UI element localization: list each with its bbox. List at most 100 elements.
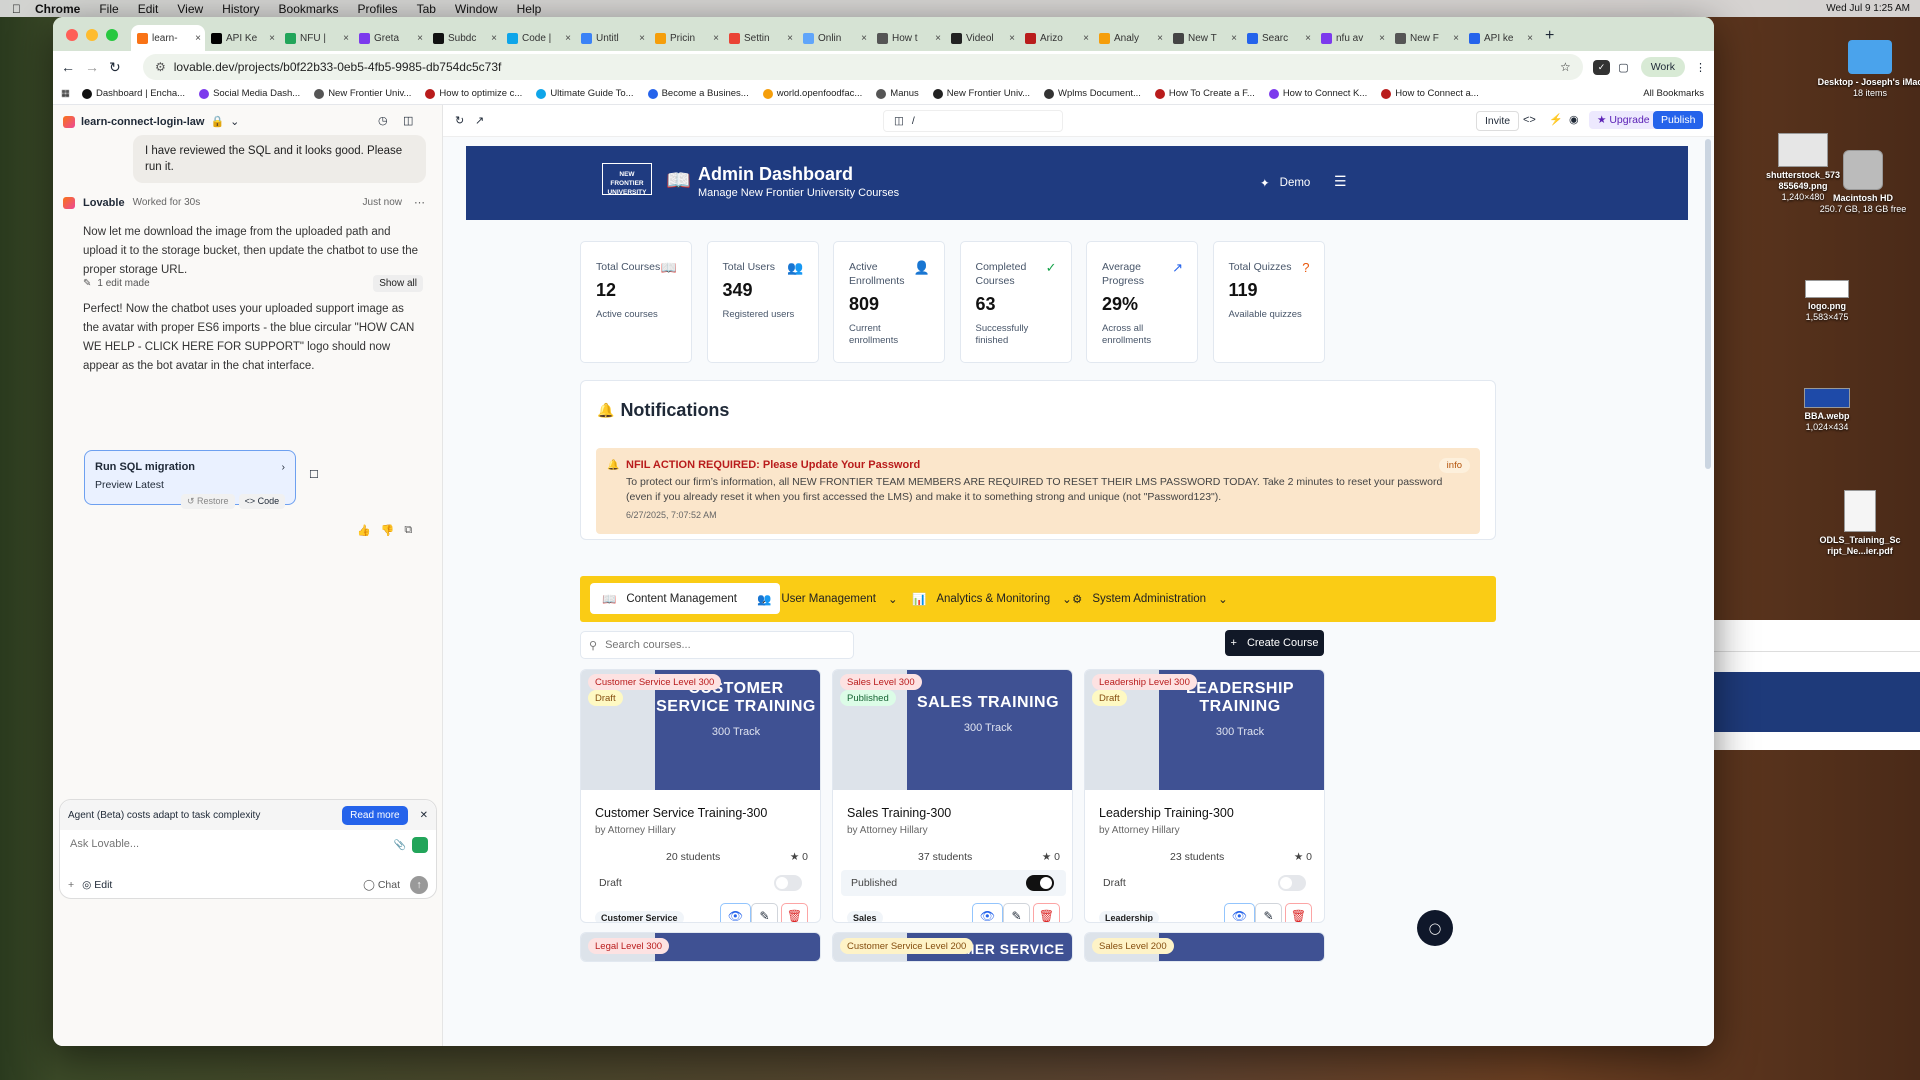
tab-close-icon[interactable]: ×	[935, 33, 941, 44]
tab-close-icon[interactable]: ×	[565, 33, 571, 44]
bookmark-item[interactable]: Dashboard | Encha...	[81, 88, 185, 99]
menubar-help[interactable]: Help	[517, 2, 542, 16]
all-bookmarks[interactable]: All Bookmarks	[1643, 88, 1704, 99]
tab-close-icon[interactable]: ×	[1231, 33, 1237, 44]
menubar-file[interactable]: File	[99, 2, 118, 16]
tab-close-icon[interactable]: ×	[1527, 33, 1533, 44]
desktop-file-bba[interactable]: BBA.webp 1,024×434	[1772, 388, 1882, 433]
bookmark-item[interactable]: world.openfoodfac...	[762, 88, 862, 99]
supabase-icon[interactable]: ⚡	[1549, 113, 1563, 126]
extensions-puzzle-icon[interactable]: ▢	[1618, 61, 1628, 74]
github-icon[interactable]: ◉	[1569, 113, 1579, 126]
bookmark-item[interactable]: Become a Busines...	[647, 88, 749, 99]
extension-icon[interactable]: ✓	[1592, 59, 1611, 75]
view-course-icon[interactable]: 👁	[720, 903, 751, 922]
menubar-bookmarks[interactable]: Bookmarks	[279, 2, 339, 16]
code-view-icon[interactable]: <>	[1523, 114, 1536, 126]
tab-close-icon[interactable]: ×	[1305, 33, 1311, 44]
bookmark-item[interactable]: New Frontier Univ...	[932, 88, 1030, 99]
bookmark-item[interactable]: Manus	[876, 88, 919, 99]
browser-tab[interactable]: Arizo ×	[1019, 25, 1093, 51]
close-icon[interactable]: ✕	[420, 810, 428, 821]
bookmark-item[interactable]: Ultimate Guide To...	[536, 88, 634, 99]
apple-icon[interactable]: 	[12, 2, 21, 16]
support-chat-icon[interactable]: ◯	[1417, 910, 1453, 946]
browser-tab[interactable]: Subdc ×	[427, 25, 501, 51]
chat-input[interactable]	[70, 838, 310, 850]
menubar-tab[interactable]: Tab	[417, 2, 436, 16]
invite-button[interactable]: Invite	[1476, 111, 1520, 131]
browser-tab[interactable]: Untitl ×	[575, 25, 649, 51]
delete-course-icon[interactable]: 🗑	[1285, 903, 1312, 922]
view-course-icon[interactable]: 👁	[1224, 903, 1255, 922]
tab-close-icon[interactable]: ×	[269, 33, 275, 44]
history-icon[interactable]: ◷	[378, 114, 388, 127]
url-text[interactable]: lovable.dev/projects/b0f22b33-0eb5-4fb5-…	[174, 60, 502, 74]
menu-system-administration[interactable]: ⚙ System Administration ⌄	[1060, 583, 1240, 614]
project-selector[interactable]: learn-connect-login-law 🔒 ⌄	[63, 115, 239, 128]
bookmark-item[interactable]: Wplms Document...	[1044, 88, 1141, 99]
more-options-icon[interactable]: ⋯	[414, 196, 425, 209]
bookmark-item[interactable]: New Frontier Univ...	[314, 88, 411, 99]
browser-tab[interactable]: nfu av ×	[1315, 25, 1389, 51]
tab-close-icon[interactable]: ×	[713, 33, 719, 44]
device-icon[interactable]: ◫	[894, 115, 904, 127]
browser-tab[interactable]: Settin ×	[723, 25, 797, 51]
create-course-button[interactable]: + Create Course	[1225, 630, 1324, 656]
bookmark-item[interactable]: Social Media Dash...	[199, 88, 300, 99]
browser-tab[interactable]: Analy ×	[1093, 25, 1167, 51]
desktop-file-logo[interactable]: logo.png 1,583×475	[1772, 280, 1882, 323]
browser-tab[interactable]: Onlin ×	[797, 25, 871, 51]
tab-close-icon[interactable]: ×	[1453, 33, 1459, 44]
bookmark-item[interactable]: How to Connect K...	[1268, 88, 1367, 99]
menubar-view[interactable]: View	[177, 2, 203, 16]
tab-close-icon[interactable]: ×	[639, 33, 645, 44]
reload-icon[interactable]: ↻	[109, 59, 133, 76]
desktop-folder-icon[interactable]: Desktop - Joseph's iMac 18 items	[1815, 40, 1920, 99]
menu-user-management[interactable]: 👥 User Management ⌄	[745, 583, 910, 614]
browser-tab[interactable]: How t ×	[871, 25, 945, 51]
notification-item[interactable]: 🔔 NFIL ACTION REQUIRED: Please Update Yo…	[596, 448, 1480, 534]
close-window-icon[interactable]	[66, 29, 78, 41]
browser-tab[interactable]: API ke ×	[1463, 25, 1537, 51]
site-info-icon[interactable]: ⚙	[155, 60, 166, 74]
attach-icon[interactable]: 📎	[394, 840, 406, 851]
bookmark-item[interactable]: How To Create a F...	[1154, 88, 1255, 99]
sidebar-toggle-icon[interactable]: ◫	[403, 114, 413, 127]
browser-tab[interactable]: NFU | ×	[279, 25, 353, 51]
delete-course-icon[interactable]: 🗑	[781, 903, 808, 922]
course-title[interactable]: Sales Training-300	[847, 806, 951, 820]
tab-close-icon[interactable]: ×	[1379, 33, 1385, 44]
upgrade-button[interactable]: ★ Upgrade	[1589, 111, 1658, 129]
apps-grid-icon[interactable]: ▦	[61, 88, 70, 99]
address-bar[interactable]: ⚙ lovable.dev/projects/b0f22b33-0eb5-4fb…	[143, 54, 1583, 80]
view-course-icon[interactable]: 👁	[972, 903, 1003, 922]
edit-course-icon[interactable]: ✎	[751, 903, 778, 922]
desktop-drive-icon[interactable]: Macintosh HD 250.7 GB, 18 GB free	[1808, 150, 1918, 215]
course-title[interactable]: Customer Service Training-300	[595, 806, 767, 820]
browser-tab[interactable]: API Ke ×	[205, 25, 279, 51]
browser-tab[interactable]: Pricin ×	[649, 25, 723, 51]
search-input[interactable]	[605, 639, 836, 651]
restore-button[interactable]: ↺ Restore	[181, 494, 235, 509]
browser-tab[interactable]: Searc ×	[1241, 25, 1315, 51]
menubar-history[interactable]: History	[222, 2, 259, 16]
forward-icon[interactable]: →	[85, 59, 109, 75]
new-tab-icon[interactable]: +	[1545, 27, 1554, 45]
browser-tab[interactable]: Videol ×	[945, 25, 1019, 51]
menubar-app-chrome[interactable]: Chrome	[35, 2, 80, 16]
code-button[interactable]: <> Code	[238, 494, 286, 509]
thumbs-down-icon[interactable]: 👎	[381, 524, 395, 537]
bookmark-item[interactable]: How to Connect a...	[1381, 88, 1479, 99]
profile-button[interactable]: Work	[1640, 57, 1685, 77]
bookmark-star-icon[interactable]: ☆	[1560, 60, 1571, 74]
bookmark-item[interactable]: How to optimize c...	[425, 88, 522, 99]
zoom-window-icon[interactable]	[106, 29, 118, 41]
hamburger-menu-icon[interactable]: ☰	[1334, 173, 1347, 190]
tab-close-icon[interactable]: ×	[861, 33, 867, 44]
show-all-button[interactable]: Show all	[373, 275, 423, 292]
minimize-window-icon[interactable]	[86, 29, 98, 41]
menubar-clock[interactable]: Wed Jul 9 1:25 AM	[1826, 3, 1910, 14]
publish-button[interactable]: Publish	[1653, 111, 1704, 129]
thumbs-up-icon[interactable]: 👍	[357, 524, 371, 537]
